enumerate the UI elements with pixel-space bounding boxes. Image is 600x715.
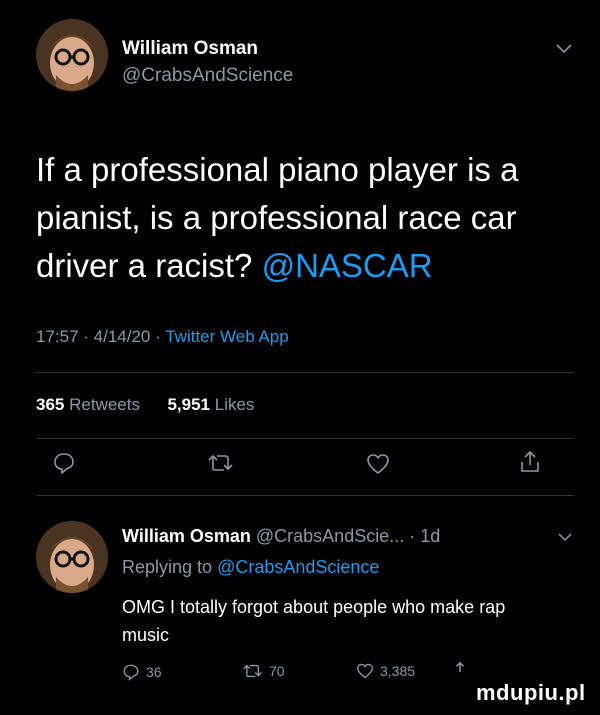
chevron-down-icon[interactable] <box>556 44 572 54</box>
like-icon[interactable] <box>366 453 390 475</box>
reply-like-count: 3,385 <box>380 663 416 679</box>
replying-label: Replying to <box>122 557 213 577</box>
reply-text: OMG I totally forgot about people who ma… <box>122 597 506 645</box>
reply-retweet-count: 70 <box>269 663 285 679</box>
replying-handle[interactable]: @CrabsAndScience <box>217 557 379 577</box>
author-name[interactable]: William Osman <box>122 38 258 60</box>
reply-time: 1d <box>420 526 441 546</box>
reply-action-reply[interactable]: 36 <box>122 663 162 681</box>
reply-author-handle[interactable]: @CrabsAndScie... <box>256 526 404 546</box>
mention-link[interactable]: @NASCAR <box>262 247 433 284</box>
likes-label[interactable]: Likes <box>215 395 255 414</box>
reply-header: William Osman @CrabsAndScie... · 1d <box>122 526 441 546</box>
avatar[interactable] <box>36 19 108 91</box>
share-icon[interactable] <box>519 450 541 474</box>
likes-count[interactable]: 5,951 <box>167 395 210 414</box>
tweet-time: 17:57 <box>36 327 79 346</box>
divider <box>36 495 574 496</box>
reply-icon <box>122 663 140 681</box>
retweet-icon[interactable] <box>208 453 234 473</box>
retweets-count[interactable]: 365 <box>36 395 64 414</box>
replying-to: Replying to @CrabsAndScience <box>122 557 379 578</box>
engagement-counts: 365 Retweets 5,951 Likes <box>36 395 254 415</box>
tweet-text: If a professional piano player is a pian… <box>36 146 556 290</box>
divider <box>36 438 574 439</box>
author-handle[interactable]: @CrabsAndScience <box>122 65 293 87</box>
like-icon <box>356 663 374 679</box>
tweet-date: 4/14/20 <box>93 327 151 346</box>
reply-author-name[interactable]: William Osman <box>122 526 251 546</box>
reply-action-like[interactable]: 3,385 <box>356 663 415 679</box>
reply-icon[interactable] <box>52 451 76 475</box>
retweet-icon <box>243 663 263 679</box>
divider <box>36 372 574 373</box>
reply-action-retweet[interactable]: 70 <box>243 663 285 679</box>
reply-chevron-down-icon[interactable] <box>558 533 572 542</box>
tweet-source[interactable]: Twitter Web App <box>165 327 288 346</box>
retweets-label[interactable]: Retweets <box>69 395 140 414</box>
watermark: mdupiu.pl <box>476 680 586 705</box>
reply-reply-count: 36 <box>146 664 162 680</box>
reply-avatar[interactable] <box>36 521 108 593</box>
tweet-timestamp: 17:57 · 4/14/20 · Twitter Web App <box>36 327 289 346</box>
reply-share-icon[interactable] <box>452 661 468 679</box>
